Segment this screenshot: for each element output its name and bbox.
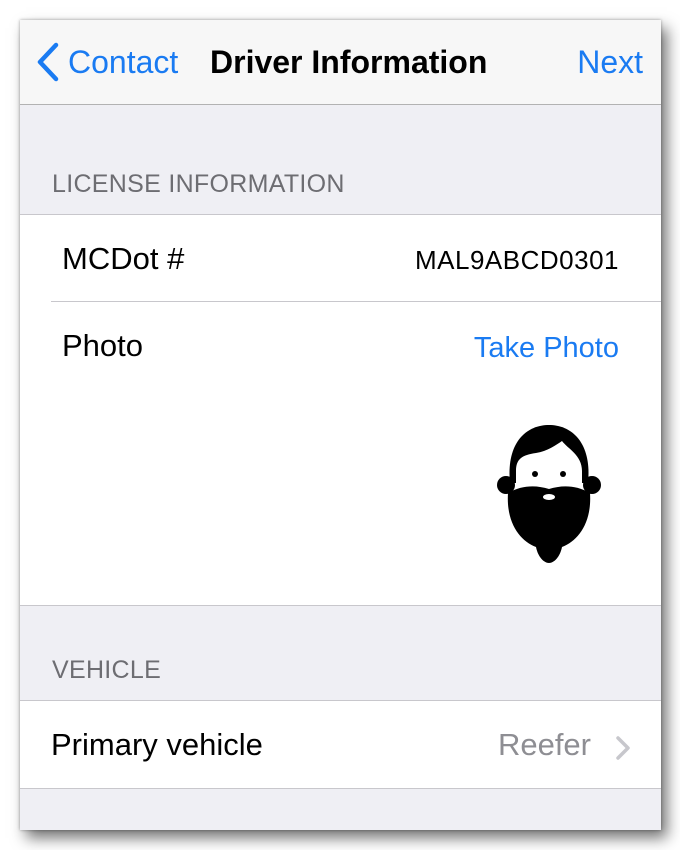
primary-vehicle-label: Primary vehicle [51,727,263,762]
chevron-right-icon [616,736,630,760]
mcdot-label: MCDot # [62,241,185,276]
back-button-label: Contact [68,43,179,80]
bearded-man-avatar-icon [497,425,601,563]
vehicle-group: Primary vehicle Reefer [20,700,661,789]
page-title: Driver Information [210,44,488,80]
photo-label: Photo [62,328,144,363]
back-button[interactable]: Contact [36,42,178,82]
navigation-bar: Contact Driver Information Next [20,20,661,105]
section-header-vehicle: VEHICLE [52,656,162,684]
next-button[interactable]: Next [577,42,643,82]
primary-vehicle-value: Reefer [497,727,591,762]
section-header-license: LICENSE INFORMATION [52,170,345,198]
take-photo-button[interactable]: Take Photo [474,332,619,365]
license-group: MCDot # MAL9ABCD0301 Photo Take Photo [20,214,661,606]
phone-screen: Contact Driver Information Next LICENSE … [20,20,661,830]
mcdot-value: MAL9ABCD0301 [415,245,619,275]
chevron-left-icon [37,42,59,82]
row-separator [51,301,661,302]
